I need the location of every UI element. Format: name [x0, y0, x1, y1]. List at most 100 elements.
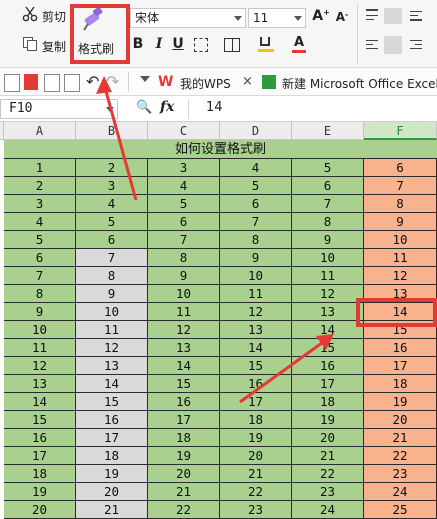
- table-cell[interactable]: 12: [364, 267, 437, 285]
- table-cell[interactable]: 15: [148, 375, 220, 393]
- table-cell[interactable]: 10: [4, 321, 76, 339]
- redo-icon[interactable]: ↷: [106, 72, 119, 91]
- align-center-icon[interactable]: [384, 36, 402, 54]
- table-cell[interactable]: 15: [292, 339, 364, 357]
- table-cell[interactable]: 6: [4, 249, 76, 267]
- font-name-select[interactable]: 宋体: [130, 8, 246, 28]
- column-header-a[interactable]: A: [4, 122, 76, 140]
- table-cell[interactable]: 6: [76, 231, 148, 249]
- table-cell[interactable]: 18: [148, 429, 220, 447]
- table-cell[interactable]: 10: [148, 285, 220, 303]
- table-cell[interactable]: 21: [148, 483, 220, 501]
- open-file-icon[interactable]: [4, 74, 20, 92]
- table-cell[interactable]: 8: [364, 195, 437, 213]
- align-left-icon[interactable]: [366, 39, 378, 51]
- table-cell[interactable]: 7: [220, 213, 292, 231]
- table-cell[interactable]: 3: [4, 195, 76, 213]
- table-cell[interactable]: 9: [292, 231, 364, 249]
- table-cell[interactable]: 17: [292, 375, 364, 393]
- table-cell[interactable]: 21: [76, 501, 148, 519]
- table-cell[interactable]: 16: [364, 339, 437, 357]
- table-cell[interactable]: 18: [4, 465, 76, 483]
- table-cell[interactable]: 14: [76, 375, 148, 393]
- cut-button[interactable]: 剪切: [2, 6, 70, 26]
- column-header-e[interactable]: E: [292, 122, 364, 140]
- table-cell[interactable]: 23: [220, 501, 292, 519]
- table-cell[interactable]: 21: [220, 465, 292, 483]
- table-cell[interactable]: 12: [4, 357, 76, 375]
- table-cell[interactable]: 19: [76, 465, 148, 483]
- table-cell[interactable]: 4: [148, 177, 220, 195]
- table-cell[interactable]: 11: [292, 267, 364, 285]
- table-cell[interactable]: 20: [76, 483, 148, 501]
- table-cell[interactable]: 16: [76, 411, 148, 429]
- table-cell[interactable]: 9: [4, 303, 76, 321]
- table-cell[interactable]: 13: [292, 303, 364, 321]
- table-cell[interactable]: 17: [364, 357, 437, 375]
- table-cell[interactable]: 8: [292, 213, 364, 231]
- table-cell[interactable]: 17: [148, 411, 220, 429]
- table-cell[interactable]: 4: [220, 159, 292, 177]
- table-cell[interactable]: 16: [220, 375, 292, 393]
- table-cell[interactable]: 11: [220, 285, 292, 303]
- table-cell[interactable]: 13: [220, 321, 292, 339]
- table-cell[interactable]: 14: [148, 357, 220, 375]
- table-cell[interactable]: 2: [4, 177, 76, 195]
- table-cell[interactable]: 4: [4, 213, 76, 231]
- chevron-down-icon[interactable]: [140, 76, 150, 82]
- table-cell[interactable]: 20: [292, 429, 364, 447]
- table-cell[interactable]: 17: [220, 393, 292, 411]
- table-cell[interactable]: 1: [4, 159, 76, 177]
- font-color-icon[interactable]: A: [292, 35, 306, 53]
- table-cell[interactable]: 8: [220, 231, 292, 249]
- align-top-icon[interactable]: [366, 9, 378, 21]
- table-cell[interactable]: 8: [76, 267, 148, 285]
- table-cell[interactable]: 10: [292, 249, 364, 267]
- table-cell[interactable]: 9: [148, 267, 220, 285]
- close-tab-icon[interactable]: ×: [242, 74, 253, 89]
- table-cell[interactable]: 18: [220, 411, 292, 429]
- table-cell[interactable]: 6: [364, 159, 437, 177]
- table-cell[interactable]: 13: [4, 375, 76, 393]
- table-cell[interactable]: 11: [148, 303, 220, 321]
- table-cell[interactable]: 14: [4, 393, 76, 411]
- table-cell[interactable]: 21: [364, 429, 437, 447]
- table-cell[interactable]: 10: [76, 303, 148, 321]
- table-cell[interactable]: 6: [292, 177, 364, 195]
- table-cell[interactable]: 12: [220, 303, 292, 321]
- table-cell[interactable]: 7: [148, 231, 220, 249]
- table-cell[interactable]: 17: [4, 447, 76, 465]
- table-cell[interactable]: 11: [364, 249, 437, 267]
- table-cell[interactable]: 23: [292, 483, 364, 501]
- table-cell[interactable]: 20: [364, 411, 437, 429]
- table-cell[interactable]: 15: [220, 357, 292, 375]
- table-cell[interactable]: 22: [220, 483, 292, 501]
- column-header-b[interactable]: B: [76, 122, 148, 140]
- column-header-c[interactable]: C: [148, 122, 220, 140]
- table-cell[interactable]: 11: [4, 339, 76, 357]
- undo-icon[interactable]: ↶: [86, 72, 99, 91]
- italic-button[interactable]: I: [152, 36, 166, 52]
- column-header-d[interactable]: D: [220, 122, 292, 140]
- increase-font-icon[interactable]: A+: [312, 8, 330, 24]
- table-cell[interactable]: 10: [220, 267, 292, 285]
- table-cell[interactable]: 11: [76, 321, 148, 339]
- table-cell[interactable]: 5: [148, 195, 220, 213]
- merge-cells-icon[interactable]: [224, 38, 240, 52]
- table-cell[interactable]: 18: [364, 375, 437, 393]
- table-cell[interactable]: 19: [4, 483, 76, 501]
- copy-button[interactable]: 复制: [2, 36, 70, 56]
- table-cell[interactable]: 4: [76, 195, 148, 213]
- table-cell[interactable]: 18: [292, 393, 364, 411]
- table-cell[interactable]: 5: [220, 177, 292, 195]
- tab-document[interactable]: 新建 Microsoft Office Excel: [262, 68, 437, 96]
- table-cell[interactable]: 22: [364, 447, 437, 465]
- table-cell[interactable]: 17: [76, 429, 148, 447]
- table-cell[interactable]: 16: [4, 429, 76, 447]
- table-cell[interactable]: 7: [364, 177, 437, 195]
- table-cell[interactable]: 10: [364, 231, 437, 249]
- table-cell[interactable]: 24: [364, 483, 437, 501]
- table-cell[interactable]: 9: [220, 249, 292, 267]
- align-right-icon[interactable]: [410, 39, 422, 51]
- table-cell[interactable]: 9: [364, 213, 437, 231]
